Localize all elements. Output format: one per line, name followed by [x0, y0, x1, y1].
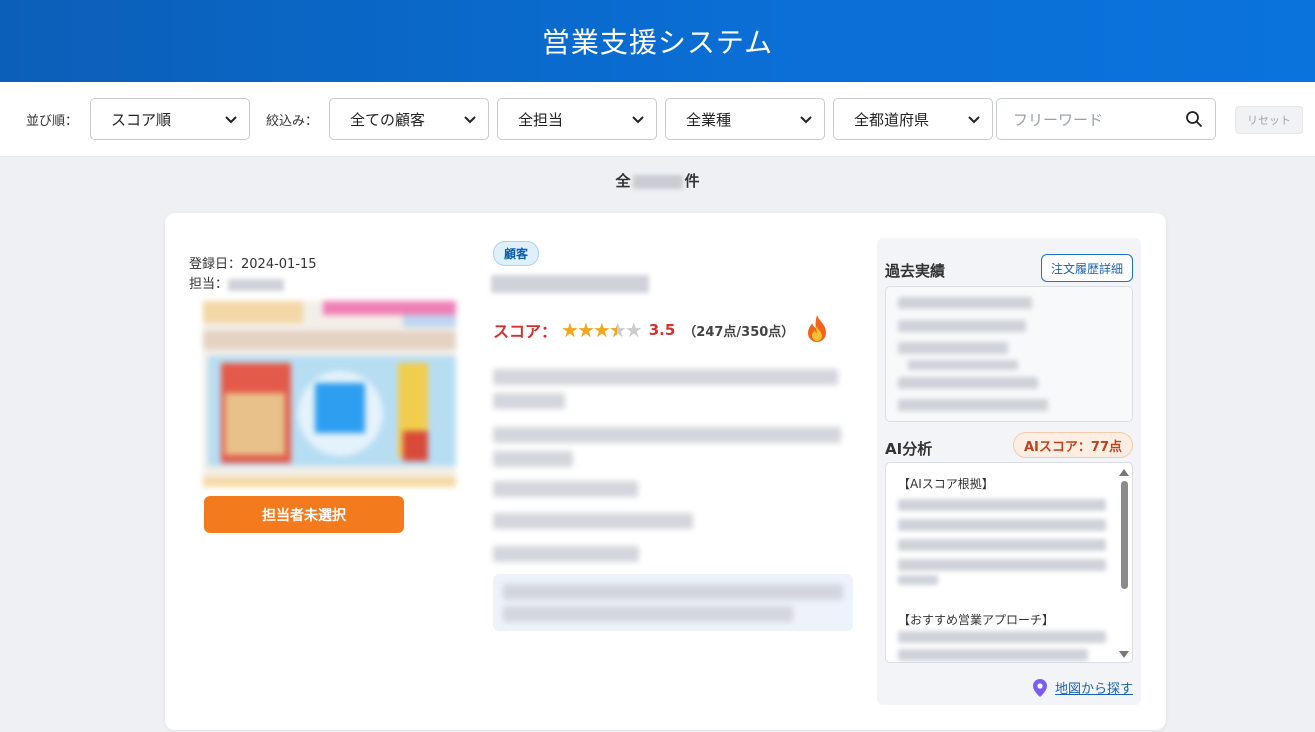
star-icon: ★ — [561, 318, 579, 342]
prefecture-filter-select[interactable]: 全都道府県 — [833, 98, 993, 140]
redacted-text — [908, 360, 1018, 370]
scrollbar-thumb[interactable] — [1121, 481, 1128, 589]
redacted-text — [898, 575, 938, 585]
redacted-text — [898, 539, 1106, 551]
ai-score-badge: AIスコア：77点 — [1013, 432, 1133, 458]
customer-filter-select[interactable]: 全ての顧客 — [329, 98, 489, 140]
chevron-down-icon — [800, 116, 812, 124]
result-count-prefix: 全 — [615, 172, 631, 190]
map-search-link[interactable]: 地図から探す — [1032, 678, 1133, 697]
result-count: 全件 — [0, 170, 1315, 191]
app-header: 営業支援システム — [0, 0, 1315, 82]
redacted-text — [493, 481, 638, 497]
redacted-text — [493, 427, 841, 443]
ai-section-heading: 【AIスコア根拠】 — [898, 477, 994, 491]
redacted-count — [632, 174, 683, 189]
customer-type-badge: 顧客 — [493, 241, 540, 266]
fire-icon — [808, 315, 827, 342]
customer-filter-value: 全ての顧客 — [350, 110, 426, 129]
analysis-panel: 過去実績 注文履歴詳細 AI分析 AIスコア：77点 【AIスコア根拠】 【おす… — [877, 238, 1141, 705]
owner-filter-value: 全担当 — [518, 110, 564, 129]
redacted-text — [503, 584, 843, 600]
redacted-text — [503, 606, 793, 622]
ai-analysis-box[interactable]: 【AIスコア根拠】 【おすすめ営業アプローチ】 — [885, 462, 1133, 663]
prefecture-filter-value: 全都道府県 — [854, 110, 930, 129]
ai-analysis-title: AI分析 — [885, 440, 933, 458]
redacted-text — [898, 297, 1032, 309]
app-title: 営業支援システム — [541, 26, 774, 59]
star-rating: ★★★★ ★ — [561, 318, 643, 342]
customer-card: 登録日：2024-01-15 担当： 担当者未選択 顧客 スコア： ★★★★ ★ … — [165, 213, 1166, 730]
redacted-text — [898, 320, 1026, 332]
sort-label: 並び順： — [26, 114, 79, 129]
industry-filter-value: 全業種 — [686, 110, 732, 129]
filter-label: 絞込み： — [266, 114, 319, 129]
past-results-title: 過去実績 — [885, 262, 946, 280]
map-pin-icon — [1032, 678, 1047, 697]
redacted-text — [898, 649, 1088, 661]
past-results-box — [885, 286, 1133, 422]
redacted-text — [493, 451, 573, 467]
store-image — [203, 301, 456, 487]
note-box — [493, 574, 853, 631]
freeword-search-input[interactable]: フリーワード — [996, 98, 1216, 140]
redacted-text — [898, 377, 1038, 389]
ai-section-heading: 【おすすめ営業アプローチ】 — [898, 613, 1055, 627]
result-count-suffix: 件 — [684, 172, 700, 190]
chevron-down-icon — [225, 116, 237, 124]
chevron-down-icon — [632, 116, 644, 124]
redacted-owner — [228, 278, 285, 291]
owner-row: 担当： — [189, 273, 285, 292]
redacted-customer-name — [491, 275, 649, 293]
order-history-button[interactable]: 注文履歴詳細 — [1040, 254, 1133, 282]
map-link-label: 地図から探す — [1054, 682, 1133, 697]
score-value: 3.5 — [648, 321, 676, 339]
search-placeholder: フリーワード — [1013, 110, 1104, 129]
redacted-text — [898, 499, 1106, 511]
half-star-icon: ★ — [609, 318, 627, 342]
redacted-text — [493, 513, 693, 529]
redacted-text — [898, 631, 1106, 643]
filter-toolbar: 並び順： スコア順 絞込み： 全ての顧客 全担当 全業種 全都道府県 フリーワー… — [0, 82, 1315, 157]
owner-label: 担当： — [189, 277, 229, 292]
redacted-text — [493, 369, 838, 385]
star-icon: ★ — [592, 318, 611, 342]
sort-select[interactable]: スコア順 — [90, 98, 250, 140]
redacted-text — [898, 559, 1106, 571]
registered-date: 登録日：2024-01-15 — [189, 257, 317, 272]
redacted-text — [898, 342, 1008, 354]
score-detail: （247点/350点） — [683, 324, 795, 340]
search-icon[interactable] — [1185, 110, 1203, 128]
star-icon: ★ — [576, 318, 595, 342]
reset-button[interactable]: リセット — [1235, 106, 1303, 134]
redacted-text — [493, 546, 639, 562]
empty-star-icon: ★ — [624, 318, 643, 342]
scroll-up-arrow-icon[interactable] — [1119, 469, 1129, 476]
chevron-down-icon — [464, 116, 476, 124]
owner-filter-select[interactable]: 全担当 — [497, 98, 657, 140]
score-label: スコア： — [493, 322, 558, 341]
scrollbar[interactable] — [1118, 467, 1130, 660]
chevron-down-icon — [968, 116, 980, 124]
assign-owner-button[interactable]: 担当者未選択 — [204, 496, 404, 533]
redacted-text — [898, 519, 1106, 531]
industry-filter-select[interactable]: 全業種 — [665, 98, 825, 140]
scroll-down-arrow-icon[interactable] — [1119, 651, 1129, 658]
redacted-text — [898, 399, 1048, 411]
sort-select-value: スコア順 — [111, 110, 172, 129]
redacted-text — [493, 393, 565, 409]
score-row: スコア： ★★★★★ 3.5 （247点/350点） — [493, 315, 830, 343]
